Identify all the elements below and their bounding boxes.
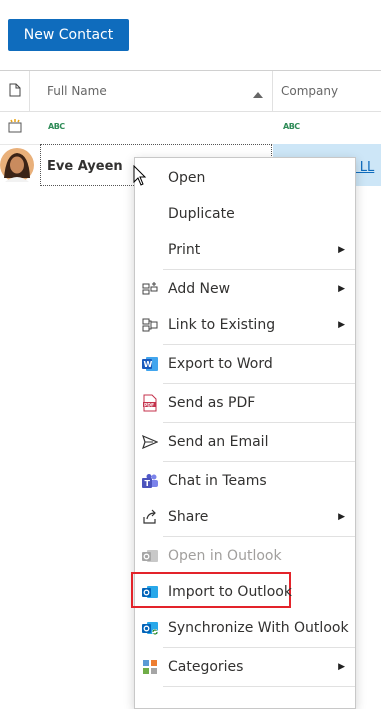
menu-item-open-in-outlook[interactable]: Open in Outlook — [135, 539, 355, 573]
avatar — [0, 148, 34, 186]
menu-item-chat-in-teams[interactable]: T Chat in Teams — [135, 464, 355, 498]
menu-item-label: Synchronize With Outlook — [168, 620, 349, 636]
new-row-icon[interactable] — [8, 119, 22, 137]
menu-item-label: Send as PDF — [168, 395, 256, 411]
contact-name: Eve Ayeen — [47, 159, 123, 174]
menu-item-categories[interactable]: Categories ▶ — [135, 650, 355, 684]
pdf-icon: PDF — [141, 394, 159, 412]
send-icon — [141, 433, 159, 451]
add-new-icon — [141, 280, 159, 298]
menu-item-label: Send an Email — [168, 434, 269, 450]
menu-item-label: Add New — [168, 281, 231, 297]
share-icon — [141, 508, 159, 526]
word-icon: W — [141, 355, 159, 373]
teams-icon: T — [141, 472, 159, 490]
menu-item-label: Link to Existing — [168, 317, 276, 333]
categories-icon — [141, 658, 159, 676]
svg-text:PDF: PDF — [144, 403, 154, 409]
outlook-icon — [141, 583, 159, 601]
mouse-cursor-icon — [133, 164, 147, 191]
submenu-arrow-icon: ▶ — [338, 320, 345, 330]
menu-item-open[interactable]: Open — [135, 161, 355, 195]
menu-item-duplicate[interactable]: Duplicate — [135, 197, 355, 231]
sort-ascending-icon[interactable] — [253, 87, 263, 101]
menu-item-label: Categories — [168, 659, 244, 675]
menu-item-label: Chat in Teams — [168, 473, 267, 489]
menu-item-label: Open in Outlook — [168, 548, 282, 564]
submenu-arrow-icon: ▶ — [338, 245, 345, 255]
submenu-arrow-icon: ▶ — [338, 512, 345, 522]
menu-item-export-to-word[interactable]: W Export to Word — [135, 347, 355, 381]
menu-item-add-new[interactable]: Add New ▶ — [135, 272, 355, 306]
menu-item-label: Export to Word — [168, 356, 273, 372]
context-menu: Open Duplicate Print ▶ Add New ▶ Link to… — [131, 157, 356, 709]
document-icon[interactable] — [9, 83, 21, 100]
column-header-full-name[interactable]: Full Name — [47, 84, 107, 98]
menu-item-send-an-email[interactable]: Send an Email — [135, 425, 355, 459]
submenu-arrow-icon: ▶ — [338, 662, 345, 672]
menu-item-send-as-pdf[interactable]: PDF Send as PDF — [135, 386, 355, 420]
link-icon — [141, 316, 159, 334]
menu-item-import-to-outlook[interactable]: Import to Outlook — [131, 572, 355, 609]
menu-item-label: Import to Outlook — [168, 584, 292, 600]
filter-name-icon[interactable]: ABC — [48, 122, 65, 131]
menu-item-share[interactable]: Share ▶ — [135, 500, 355, 534]
filter-company-icon[interactable]: ABC — [283, 122, 300, 131]
grid-header: Full Name Company — [0, 70, 381, 112]
svg-text:T: T — [145, 479, 151, 488]
filter-row: ABC ABC — [0, 111, 381, 145]
menu-item-link-to-existing[interactable]: Link to Existing ▶ — [135, 308, 355, 342]
menu-item-label: Duplicate — [168, 206, 235, 222]
column-header-company[interactable]: Company — [281, 84, 338, 98]
menu-item-label: Print — [168, 242, 201, 258]
new-contact-button[interactable]: New Contact — [8, 19, 129, 51]
outlook-sync-icon — [141, 619, 159, 637]
outlook-icon — [141, 547, 159, 565]
submenu-arrow-icon: ▶ — [338, 284, 345, 294]
menu-item-print[interactable]: Print ▶ — [135, 233, 355, 267]
menu-item-synchronize-with-outlook[interactable]: Synchronize With Outlook — [135, 611, 355, 645]
svg-text:W: W — [144, 360, 153, 369]
menu-item-label: Share — [168, 509, 209, 525]
menu-item-label: Open — [168, 170, 206, 186]
